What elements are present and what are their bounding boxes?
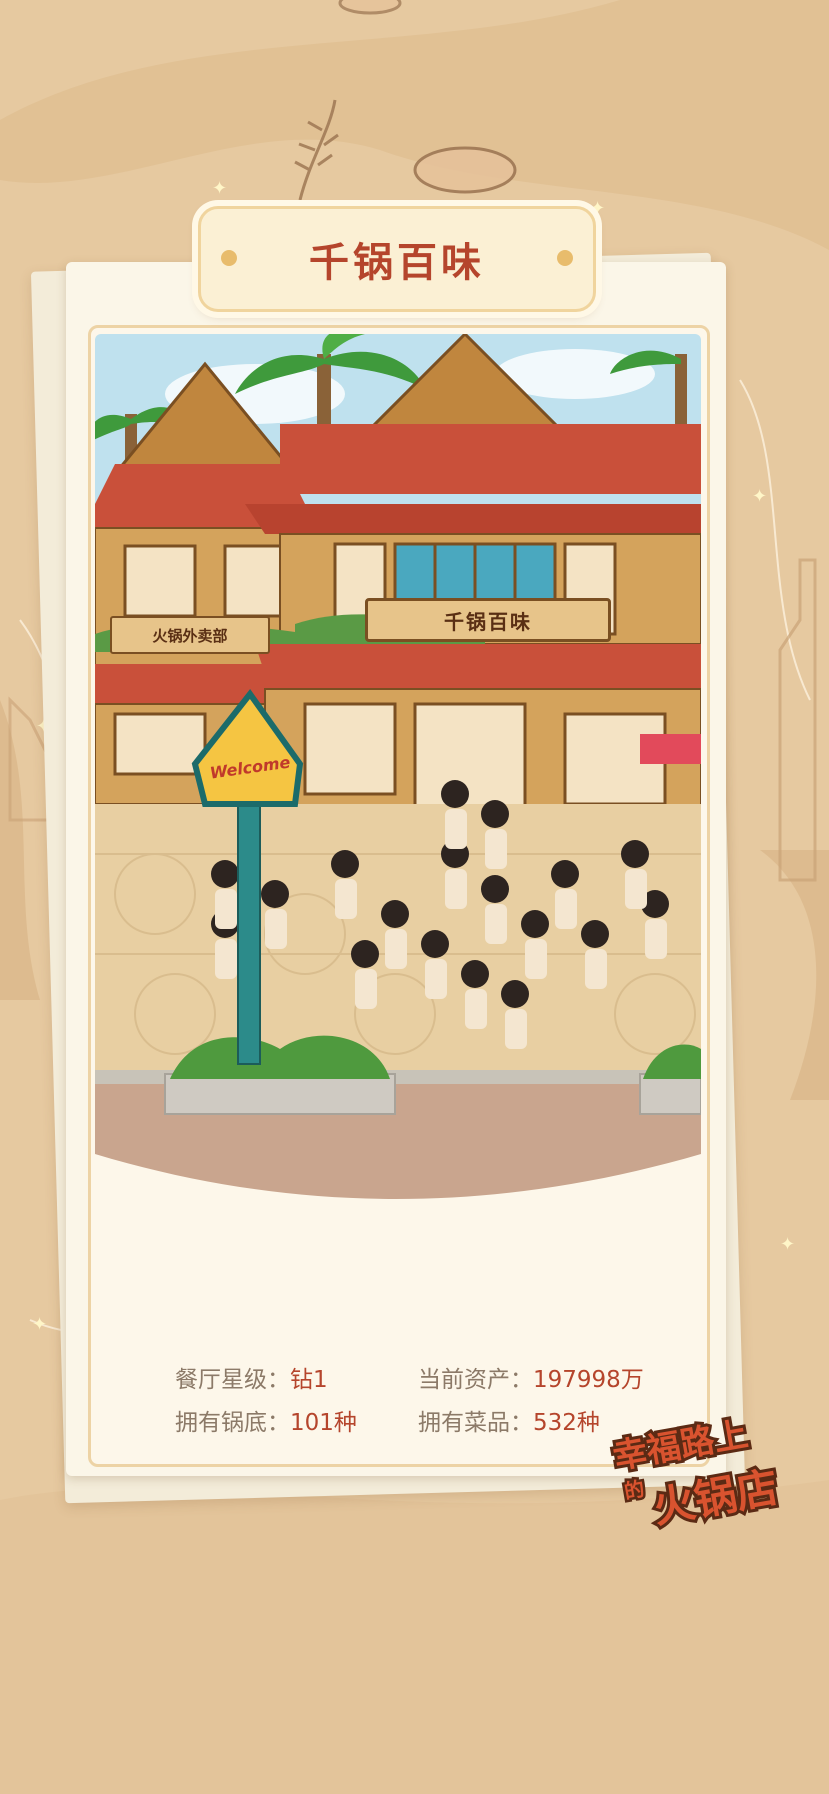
stat-star-level: 餐厅星级：钻1	[175, 1367, 328, 1393]
restaurant-name-sign: 千锅百味	[365, 598, 611, 642]
stat-soup-bases: 拥有锅底：101种	[175, 1410, 357, 1436]
sparkle-icon: ✦	[780, 1234, 796, 1255]
dish-doodle-icon	[413, 146, 517, 194]
title-banner: 千锅百味	[198, 206, 596, 312]
takeout-sign: 火锅外卖部	[110, 616, 270, 654]
banner-dot-icon	[221, 250, 237, 266]
restaurant-title: 千锅百味	[309, 239, 485, 286]
logo-line-2-small: 的	[620, 1474, 649, 1506]
sparkle-icon: ✦	[32, 1314, 48, 1335]
restaurant-scene: 火锅外卖部 千锅百味 Welcome	[95, 334, 701, 1334]
sparkle-icon: ✦	[212, 178, 228, 199]
sparkle-icon: ✦	[752, 486, 768, 507]
stat-dishes: 拥有菜品：532种	[418, 1410, 600, 1436]
stat-current-assets: 当前资产：197998万	[418, 1367, 644, 1393]
banner-dot-icon	[557, 250, 573, 266]
game-logo: 幸福路上 的 火锅店	[607, 1408, 792, 1535]
